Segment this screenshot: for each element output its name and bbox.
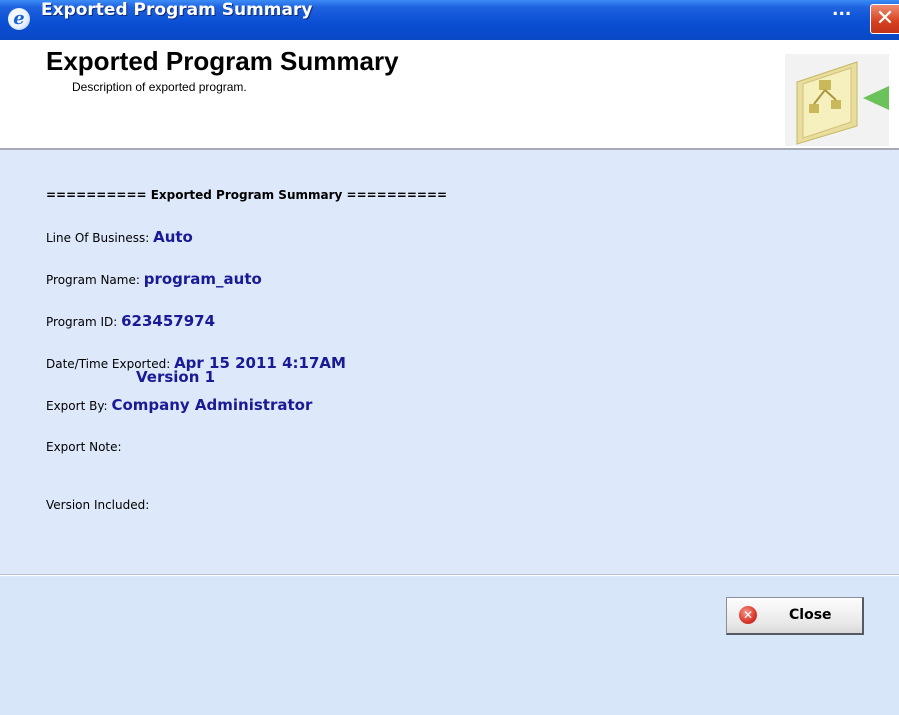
window-close-button[interactable]: ✕ <box>870 4 899 34</box>
cancel-icon: ✕ <box>739 606 757 624</box>
line-of-business-row: Line Of Business: Auto <box>46 228 193 246</box>
program-name-row: Program Name: program_auto <box>46 270 262 288</box>
program-id-label: Program ID: <box>46 315 118 329</box>
close-icon: ✕ <box>875 6 895 31</box>
program-id-row: Program ID: 623457974 <box>46 312 215 330</box>
ie-e-icon: e <box>8 8 30 30</box>
title-overflow-ellipsis: ... <box>832 0 852 20</box>
line-of-business-label: Line Of Business: <box>46 231 150 245</box>
line-of-business-value: Auto <box>153 228 193 246</box>
program-name-value: program_auto <box>143 270 262 288</box>
export-summary-window: e Exported Program Summary ... ✕ Exporte… <box>0 0 899 715</box>
export-by-label: Export By: <box>46 399 108 413</box>
page-description: Description of exported program. <box>72 80 247 94</box>
version-included-label: Version Included: <box>46 498 150 512</box>
title-bar[interactable]: e Exported Program Summary ... ✕ <box>0 0 899 40</box>
summary-heading: ========== Exported Program Summary ====… <box>46 188 448 202</box>
close-button-label: Close <box>789 607 832 623</box>
footer-divider <box>0 574 899 576</box>
export-by-row: Export By: Company Administrator <box>46 396 312 414</box>
export-note-row: Export Note: <box>46 440 122 454</box>
close-button[interactable]: ✕ Close <box>726 597 864 635</box>
program-name-label: Program Name: <box>46 273 140 287</box>
program-id-value: 623457974 <box>121 312 216 330</box>
version-list-item: Version 1 <box>136 368 216 386</box>
export-note-label: Export Note: <box>46 440 122 454</box>
export-by-value: Company Administrator <box>111 396 313 414</box>
dialog-header: Exported Program Summary Description of … <box>0 40 899 150</box>
summary-content: ========== Exported Program Summary ====… <box>0 150 899 580</box>
page-title: Exported Program Summary <box>46 46 399 76</box>
window-title: Exported Program Summary <box>41 0 313 20</box>
export-diagram-icon <box>785 54 889 146</box>
